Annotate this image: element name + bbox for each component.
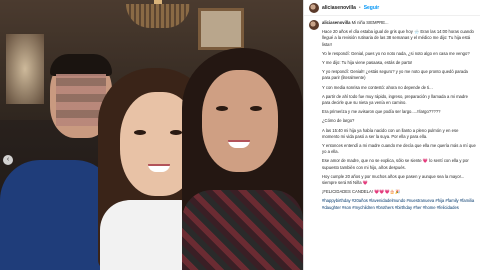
post-header: aliciasenovilla • Seguir bbox=[304, 0, 480, 16]
caption-hashtags[interactable]: #happybirthday #20años #lavenidadelmundo… bbox=[322, 198, 477, 210]
background-light bbox=[6, 34, 44, 104]
avatar[interactable] bbox=[309, 2, 319, 13]
chevron-left-icon[interactable]: ‹ bbox=[3, 155, 13, 165]
caption-paragraph: Era primeriza y me avisaron que podía se… bbox=[322, 109, 441, 115]
caption-paragraph: A las 15:40 mi hija ya había nacido con … bbox=[322, 127, 459, 139]
caption-paragraph: ¿Cómo de largo? bbox=[322, 118, 355, 124]
caption-paragraph: Yo le respondí: Genial, pues yo no noto … bbox=[322, 50, 470, 56]
caption-paragraph: ¡FELICIDADES CANDELA! 💗💗💗🎂🎉 bbox=[322, 189, 401, 195]
caption-paragraph: Ese amor de madre, que no se explica, só… bbox=[322, 158, 469, 170]
caption-paragraph: Y entonces entendí a mi madre cuando me … bbox=[322, 143, 476, 155]
caption-paragraph: Hoy cumple 20 años y por muchos años que… bbox=[322, 173, 465, 186]
caption-paragraph: Y yo respondí: Genial!! ¿estás seguro? y… bbox=[322, 69, 468, 81]
man-hair bbox=[50, 54, 112, 76]
post-side-panel: aliciasenovilla • Seguir aliciasenovilla… bbox=[303, 0, 480, 270]
caption-paragraph: A partir de ahí todo fue muy rápido, ing… bbox=[322, 93, 468, 106]
woman-right-face bbox=[202, 70, 278, 172]
follow-button[interactable]: Seguir bbox=[364, 5, 380, 11]
caption-block: aliciasenovilla Mi niña SIEMPRE... Hace … bbox=[309, 20, 477, 214]
separator-dot: • bbox=[358, 4, 361, 11]
woman-right-shirt bbox=[182, 190, 303, 270]
caption-title: Mi niña SIEMPRE... bbox=[351, 20, 389, 25]
caption-username[interactable]: aliciasenovilla bbox=[322, 20, 350, 25]
wall-picture bbox=[198, 8, 244, 50]
post-photo[interactable]: ‹ bbox=[0, 0, 303, 270]
caption-text: aliciasenovilla Mi niña SIEMPRE... Hace … bbox=[322, 20, 477, 214]
avatar[interactable] bbox=[309, 20, 319, 30]
caption-paragraph: Hace 20 años el día estaba igual de gris… bbox=[322, 29, 474, 47]
header-username[interactable]: aliciasenovilla bbox=[322, 5, 356, 11]
caption-paragraph: Y con media sonrisa me contestó: ahora n… bbox=[322, 84, 433, 90]
caption-paragraph: Y me dijo: Tu hija viene pasaasa, estás … bbox=[322, 60, 413, 66]
